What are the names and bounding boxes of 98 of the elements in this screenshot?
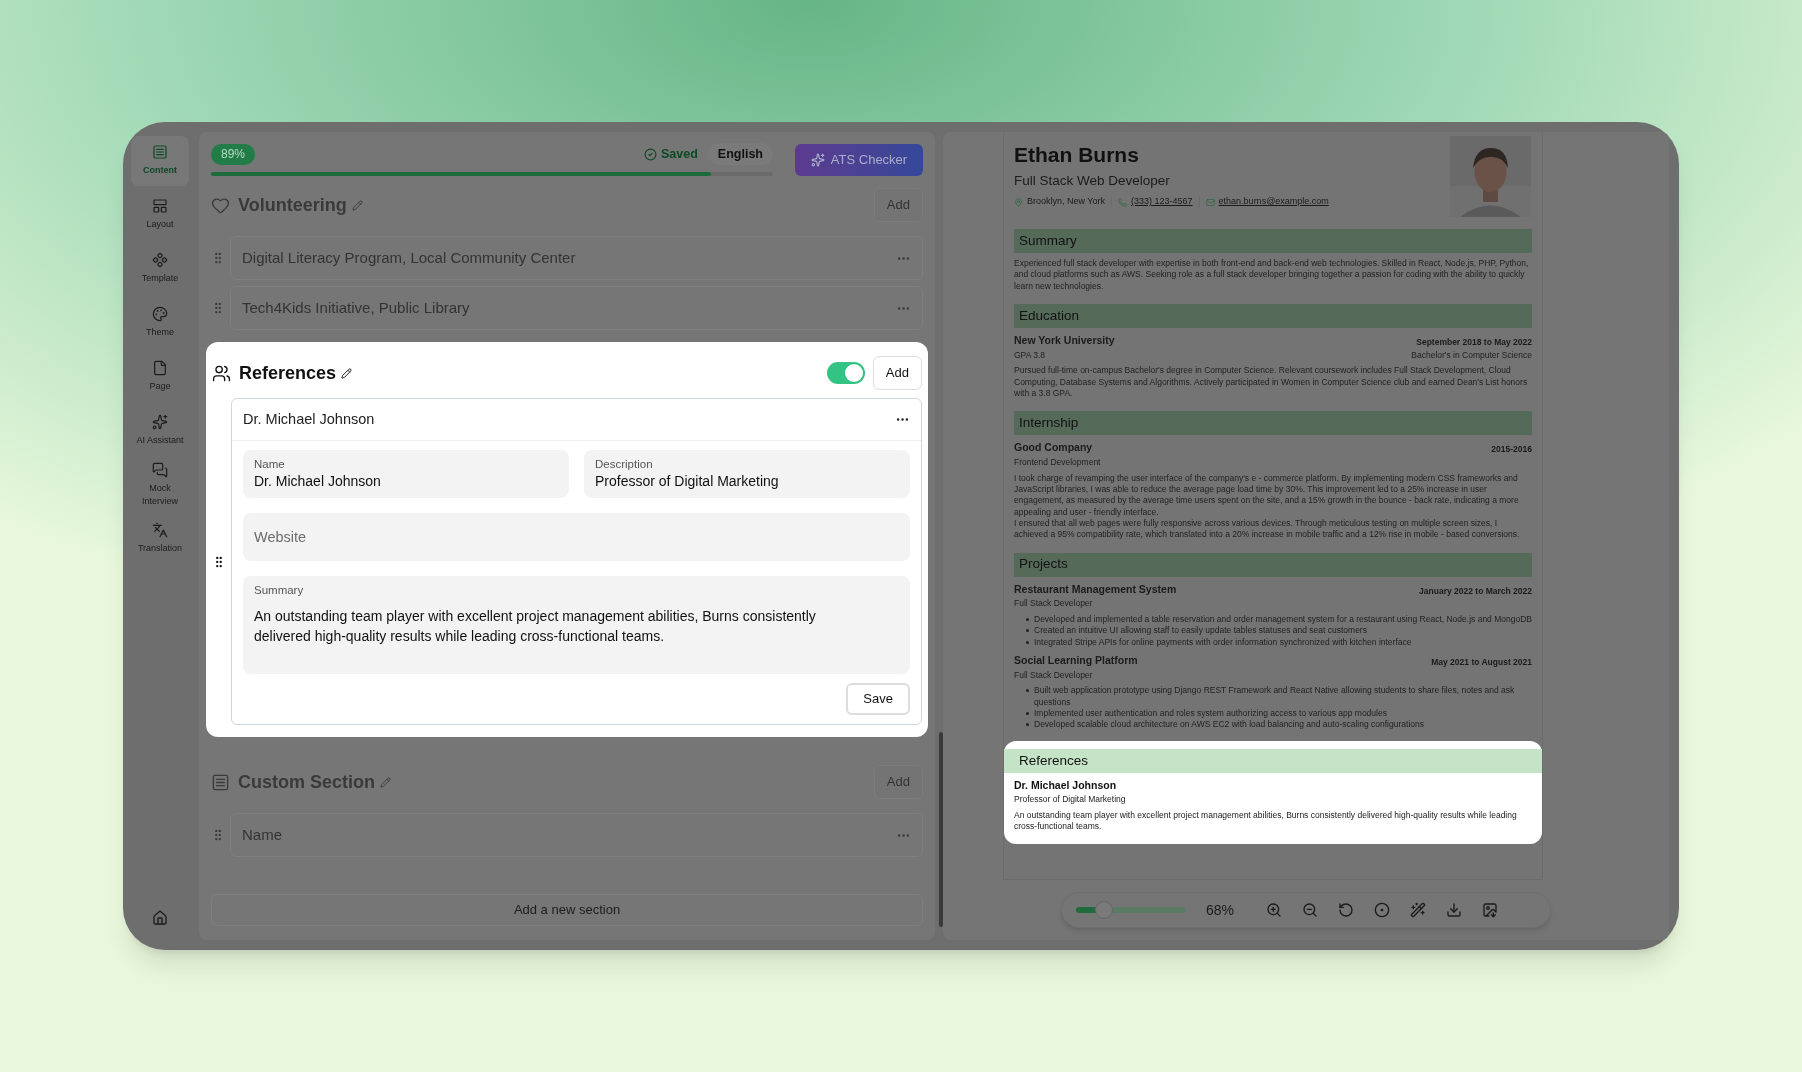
section-heading: Education — [1014, 303, 1532, 328]
bullet-text: Created an intuitive UI allowing staff to easily update tables statuses and seat customers — [1034, 625, 1367, 637]
section-title: Volunteering — [238, 193, 347, 217]
entry-title: Good Company — [1014, 440, 1093, 456]
language-button[interactable]: English — [707, 143, 773, 165]
entry-subtitle: Full Stack Developer — [1014, 668, 1093, 682]
field-label: Description — [595, 457, 654, 472]
item-title: Digital Literacy Program, Local Community Center — [242, 247, 577, 268]
entry-date: September 2018 to May 2022 — [1416, 335, 1532, 349]
item-title: Tech4Kids Initiative, Public Library — [242, 297, 471, 318]
sidebar-item[interactable]: Page — [131, 352, 189, 402]
pencil-icon[interactable] — [341, 367, 353, 379]
entry-subtitle: GPA 3.8 — [1014, 348, 1046, 362]
list-icon — [211, 772, 230, 792]
entry-date: January 2022 to March 2022 — [1419, 584, 1532, 598]
ats-checker-button[interactable]: ATS Checker — [795, 144, 923, 176]
home-icon[interactable] — [152, 910, 168, 926]
zoom-value: 68% — [1206, 900, 1236, 920]
map-pin-icon — [1014, 197, 1023, 207]
sidebar-item[interactable]: Mock Interview — [131, 460, 189, 510]
heart-icon — [211, 195, 230, 215]
list-icon — [152, 144, 168, 161]
check-icon — [644, 147, 657, 161]
section-heading: Summary — [1014, 229, 1532, 253]
field-label: Name — [254, 457, 286, 472]
file-icon — [152, 360, 168, 377]
scrollbar[interactable] — [939, 732, 943, 927]
zoom-out-icon[interactable] — [1302, 902, 1318, 918]
sparkles-icon — [810, 153, 825, 167]
sparkles-icon — [152, 414, 168, 431]
diamonds-icon — [152, 252, 168, 269]
layout-icon — [152, 198, 168, 215]
entry-title: Restaurant Management System — [1014, 581, 1177, 597]
mail-icon — [1205, 197, 1215, 207]
field-label: Summary — [254, 583, 305, 598]
section-heading: Projects — [1014, 552, 1532, 577]
palette-icon — [152, 306, 168, 323]
visibility-toggle[interactable] — [826, 362, 865, 384]
section-title: Custom Section — [238, 770, 375, 794]
section-title: References — [239, 361, 337, 385]
field-value: Professor of Digital Marketing — [595, 472, 780, 490]
phone-icon — [1118, 197, 1128, 207]
bullet-text: Developed and implemented a table reservation and order management system for a restaurant using React, Node.js and MongoDB — [1034, 614, 1532, 626]
contact-link[interactable]: ethan.burns@example.com — [1218, 195, 1329, 209]
sidebar-item[interactable]: AI Assistant — [131, 406, 189, 456]
bullet-text: Integrated Stripe APIs for online payments with order information synchronized with kitchen interface — [1034, 636, 1412, 648]
resume-headline: Full Stack Web Developer — [1014, 172, 1171, 190]
bullet-text: Implemented user authentication and roles system authorizing access to various app modules — [1034, 708, 1387, 720]
entry-date: 2015-2016 — [1491, 443, 1532, 457]
target-icon[interactable] — [1374, 902, 1390, 918]
wand-icon[interactable] — [1410, 902, 1426, 918]
add-section-button[interactable]: Add a new section — [211, 894, 923, 926]
entry-title: Social Learning Platform — [1014, 652, 1138, 668]
save-button[interactable]: Save — [846, 683, 910, 715]
bullet-text: Developed scalable cloud architecture on AWS EC2 with load balancing and auto-scaling configurations — [1034, 719, 1424, 731]
item-title: Name — [242, 824, 283, 845]
list-item[interactable]: Name — [230, 813, 923, 857]
slider-thumb[interactable] — [1094, 901, 1113, 919]
entry-title: Dr. Michael Johnson — [243, 409, 376, 429]
zoom-in-icon[interactable] — [1266, 902, 1282, 918]
sidebar-item[interactable]: Translation — [131, 514, 189, 564]
entry-subtitle: Frontend Development — [1014, 456, 1101, 469]
entry-date: May 2021 to August 2021 — [1431, 655, 1532, 669]
save-status: Saved — [661, 145, 698, 163]
section-heading: References — [1004, 748, 1542, 773]
field-value: An outstanding team player with excellent project management abilities, Burns consistently delivered high-quality results while leading cross-functional teams. — [254, 607, 817, 646]
sidebar-item[interactable]: Template — [131, 244, 189, 294]
chat-icon — [152, 461, 168, 478]
rotate-icon[interactable] — [1338, 902, 1354, 918]
form-field[interactable]: Name Dr. Michael Johnson — [243, 450, 569, 498]
website-field[interactable]: Website — [243, 513, 910, 561]
add-button[interactable]: Add — [872, 356, 922, 390]
sidebar-item[interactable]: Layout — [131, 190, 189, 240]
bullet-text: Built web application prototype using Django REST Framework and React Native allowing students to share files, notes and ask questions — [1034, 685, 1516, 709]
list-item[interactable]: Tech4Kids Initiative, Public Library — [230, 286, 923, 330]
entry-title: New York University — [1014, 332, 1115, 348]
entry-subtitle: Full Stack Developer — [1014, 597, 1093, 611]
list-item[interactable]: Digital Literacy Program, Local Community Center — [230, 236, 923, 280]
form-field[interactable]: Summary An outstanding team player with excellent project management abilities, Burns consistently delivered high-quality results while leading cross-functional teams. — [243, 576, 910, 674]
users-icon — [212, 363, 231, 383]
form-field[interactable]: Description Professor of Digital Marketing — [584, 450, 910, 498]
section-heading: Internship — [1014, 411, 1532, 436]
contact-text: Brooklyn, New York — [1027, 195, 1106, 209]
download-icon[interactable] — [1446, 902, 1462, 918]
contact-link[interactable]: (333) 123-4567 — [1131, 195, 1193, 209]
progress-badge: 89% — [211, 143, 256, 165]
sidebar-item[interactable]: Theme — [131, 298, 189, 348]
entry-description: An outstanding team player with excellent project management abilities, Burns consistently delivered high-quality results while leading cross-functional teams. — [1014, 810, 1518, 833]
field-value: Dr. Michael Johnson — [254, 472, 382, 490]
sidebar-item[interactable]: Content — [131, 136, 189, 186]
entry-subtitle: Professor of Digital Marketing — [1014, 793, 1126, 807]
zoom-slider[interactable] — [1076, 901, 1186, 919]
resume-name: Ethan Burns — [1014, 142, 1140, 168]
image-download-icon[interactable] — [1482, 902, 1498, 918]
entry-title: Dr. Michael Johnson — [1014, 777, 1117, 793]
translate-icon — [152, 522, 168, 539]
add-button[interactable]: Add — [873, 765, 923, 799]
add-button[interactable]: Add — [873, 188, 923, 222]
